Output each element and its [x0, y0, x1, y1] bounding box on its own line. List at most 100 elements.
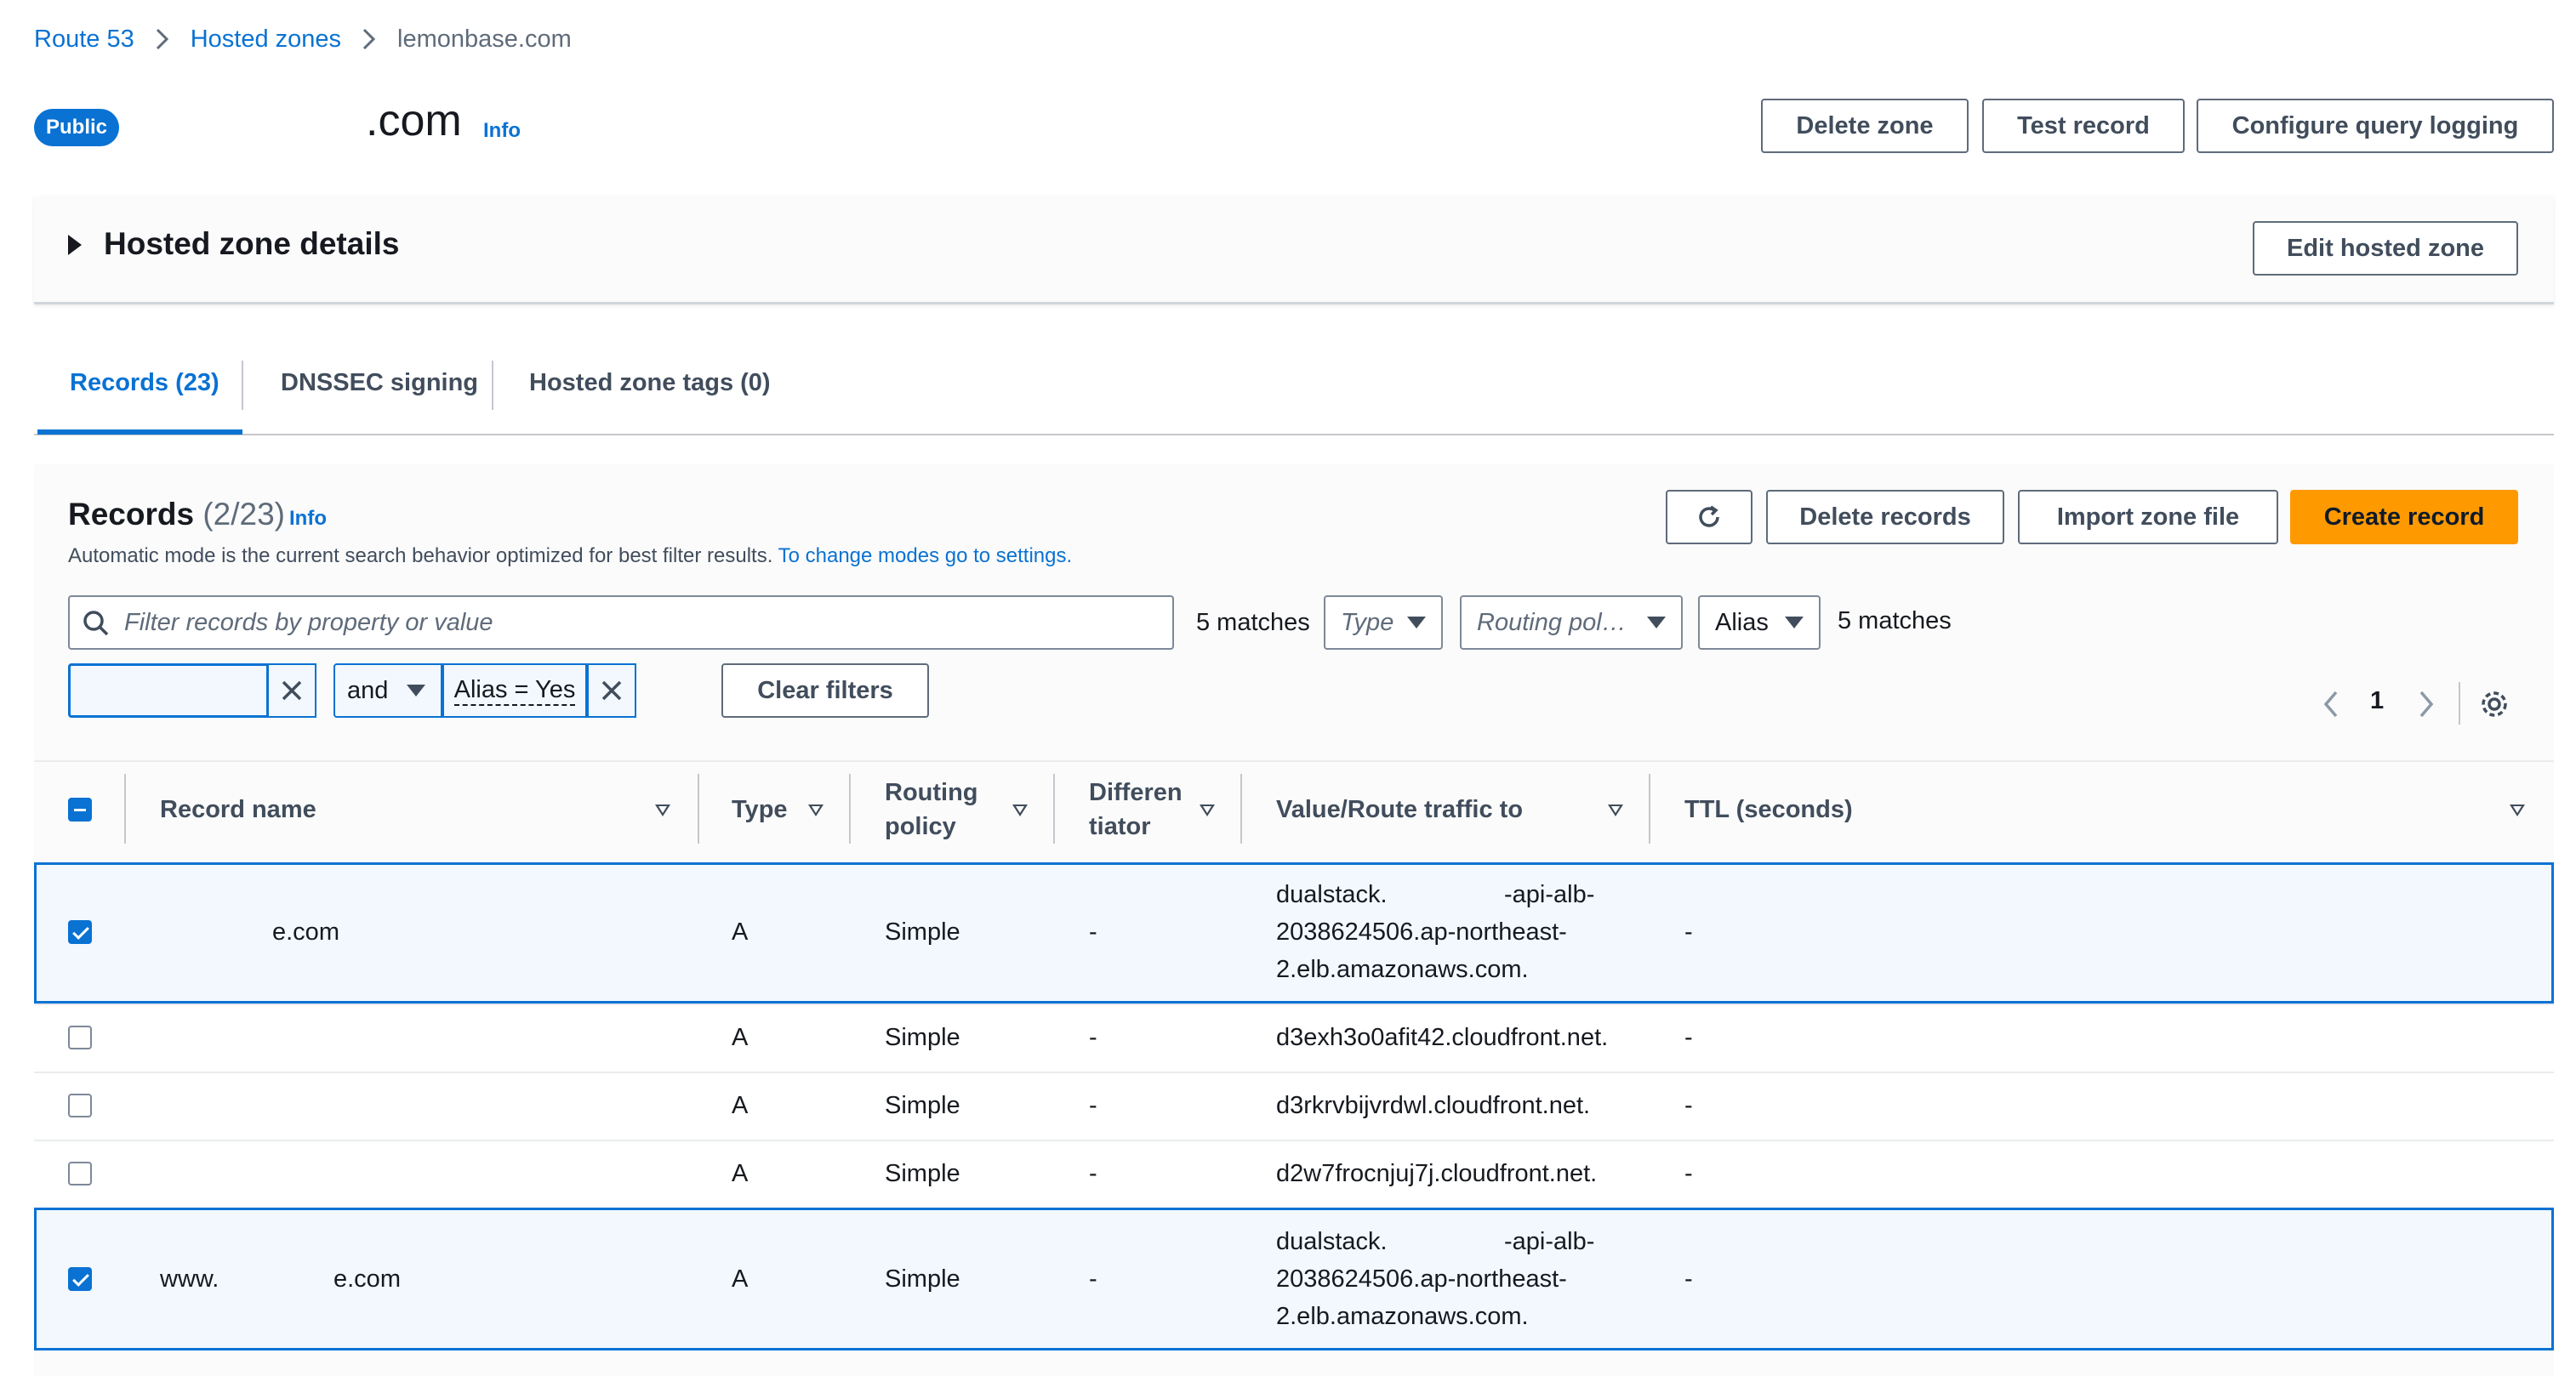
- column-divider: [124, 774, 126, 844]
- routing-header-line1: Routing: [885, 779, 978, 806]
- zone-info-link[interactable]: Info: [483, 119, 521, 143]
- sort-icon[interactable]: [655, 805, 670, 816]
- select-all-checkbox[interactable]: [68, 798, 92, 822]
- column-header-routing-policy[interactable]: Routing policy: [885, 776, 978, 844]
- property-token-input[interactable]: [68, 663, 269, 718]
- record-name: e.com: [272, 918, 339, 946]
- create-record-button[interactable]: Create record: [2290, 490, 2518, 544]
- record-value: d3rkrvbijvrdwl.cloudfront.net.: [1276, 1092, 1591, 1119]
- sort-icon[interactable]: [1012, 805, 1028, 816]
- diff-header-line1: Differen: [1089, 779, 1183, 806]
- record-differentiator: -: [1089, 1265, 1097, 1293]
- public-badge: Public: [34, 109, 119, 146]
- page-title: .com: [366, 96, 462, 145]
- record-ttl: -: [1684, 1024, 1693, 1051]
- caret-down-icon: [1785, 617, 1804, 628]
- row-checkbox[interactable]: [68, 920, 92, 944]
- records-count: (2/23): [202, 497, 285, 532]
- tab-dnssec-signing[interactable]: DNSSEC signing: [281, 369, 478, 397]
- record-ttl: -: [1684, 1092, 1693, 1119]
- delete-records-button[interactable]: Delete records: [1766, 490, 2004, 544]
- delete-zone-button[interactable]: Delete zone: [1761, 99, 1969, 153]
- breadcrumb: Route 53 Hosted zones lemonbase.com: [34, 22, 572, 56]
- column-divider: [1053, 774, 1055, 844]
- record-value-line3: 2.elb.amazonaws.com.: [1276, 1303, 1529, 1330]
- column-divider: [698, 774, 699, 844]
- configure-query-logging-button[interactable]: Configure query logging: [2197, 99, 2554, 153]
- remove-alias-token-button[interactable]: [587, 663, 636, 718]
- column-header-differentiator[interactable]: Differen tiator: [1089, 776, 1183, 844]
- operator-value: and: [347, 676, 389, 704]
- matches-count-right: 5 matches: [1838, 607, 1952, 634]
- record-value: d3exh3o0afit42.cloudfront.net.: [1276, 1024, 1609, 1051]
- row-checkbox[interactable]: [68, 1162, 92, 1186]
- gear-icon[interactable]: [2479, 689, 2510, 724]
- search-placeholder: Filter records by property or value: [124, 609, 493, 636]
- row-checkbox[interactable]: [68, 1026, 92, 1049]
- record-type: A: [732, 1024, 749, 1051]
- hosted-zone-details-panel: [34, 196, 2554, 304]
- import-zone-file-button[interactable]: Import zone file: [2018, 490, 2278, 544]
- hosted-zone-details-toggle[interactable]: Hosted zone details: [104, 226, 399, 262]
- alias-filter-token[interactable]: Alias = Yes: [442, 663, 587, 718]
- test-record-button[interactable]: Test record: [1982, 99, 2185, 153]
- edit-hosted-zone-button[interactable]: Edit hosted zone: [2253, 221, 2518, 276]
- chevron-right-icon: [155, 27, 170, 51]
- record-differentiator: -: [1089, 1024, 1097, 1051]
- previous-page-icon[interactable]: [2322, 689, 2339, 724]
- settings-link[interactable]: To change modes go to settings.: [778, 544, 1073, 567]
- tab-hosted-zone-tags[interactable]: Hosted zone tags (0): [529, 369, 771, 397]
- record-value: d2w7frocnjuj7j.cloudfront.net.: [1276, 1160, 1598, 1187]
- record-ttl: -: [1684, 1160, 1693, 1187]
- refresh-button[interactable]: [1666, 490, 1752, 544]
- tab-records[interactable]: Records (23): [70, 369, 219, 397]
- column-header-record-name[interactable]: Record name: [160, 793, 316, 827]
- caret-down-icon: [407, 685, 426, 697]
- column-divider: [1649, 774, 1650, 844]
- next-page-icon[interactable]: [2418, 689, 2435, 724]
- record-routing: Simple: [885, 1160, 960, 1187]
- operator-select[interactable]: and: [333, 663, 442, 718]
- record-value-line1: dualstack.: [1276, 1228, 1388, 1255]
- record-ttl: -: [1684, 918, 1693, 946]
- record-value-line3: 2.elb.amazonaws.com.: [1276, 956, 1529, 983]
- breadcrumb-route53[interactable]: Route 53: [34, 26, 134, 54]
- breadcrumb-hosted-zones[interactable]: Hosted zones: [191, 26, 341, 54]
- alias-token-label: Alias = Yes: [453, 676, 576, 706]
- column-header-type[interactable]: Type: [732, 793, 788, 827]
- alias-filter-select[interactable]: Alias: [1698, 595, 1821, 650]
- records-info-link[interactable]: Info: [289, 507, 327, 531]
- breadcrumb-current: lemonbase.com: [397, 25, 572, 53]
- type-filter-select[interactable]: Type: [1324, 595, 1443, 650]
- record-routing: Simple: [885, 1265, 960, 1293]
- search-mode-text: Automatic mode is the current search beh…: [68, 544, 773, 567]
- row-checkbox[interactable]: [68, 1267, 92, 1291]
- routing-header-line2: policy: [885, 813, 956, 840]
- sort-icon[interactable]: [2510, 805, 2525, 816]
- clear-filters-button[interactable]: Clear filters: [721, 663, 929, 718]
- tab-divider: [242, 361, 243, 410]
- record-routing: Simple: [885, 1024, 960, 1051]
- sort-icon[interactable]: [1200, 805, 1215, 816]
- record-value-line1b: -api-alb-: [1504, 881, 1595, 908]
- routing-policy-filter-select[interactable]: Routing pol…: [1460, 595, 1683, 650]
- sort-icon[interactable]: [808, 805, 824, 816]
- current-page[interactable]: 1: [2370, 687, 2384, 715]
- sort-icon[interactable]: [1608, 805, 1623, 816]
- tabs-baseline: [34, 434, 2554, 435]
- record-routing: Simple: [885, 1092, 960, 1119]
- caret-down-icon: [1647, 617, 1666, 628]
- caret-right-icon[interactable]: [68, 235, 82, 255]
- row-checkbox[interactable]: [68, 1094, 92, 1117]
- column-header-ttl[interactable]: TTL (seconds): [1684, 793, 1853, 827]
- diff-header-line2: tiator: [1089, 813, 1151, 840]
- matches-count: 5 matches: [1196, 609, 1310, 636]
- column-header-value[interactable]: Value/Route traffic to: [1276, 793, 1523, 827]
- record-routing: Simple: [885, 918, 960, 946]
- tab-divider: [492, 361, 493, 410]
- remove-token-button[interactable]: [267, 663, 316, 718]
- close-icon: [601, 680, 622, 701]
- records-title: Records: [68, 497, 195, 532]
- pagination-divider: [2459, 682, 2460, 725]
- record-value-line1: dualstack.: [1276, 881, 1388, 908]
